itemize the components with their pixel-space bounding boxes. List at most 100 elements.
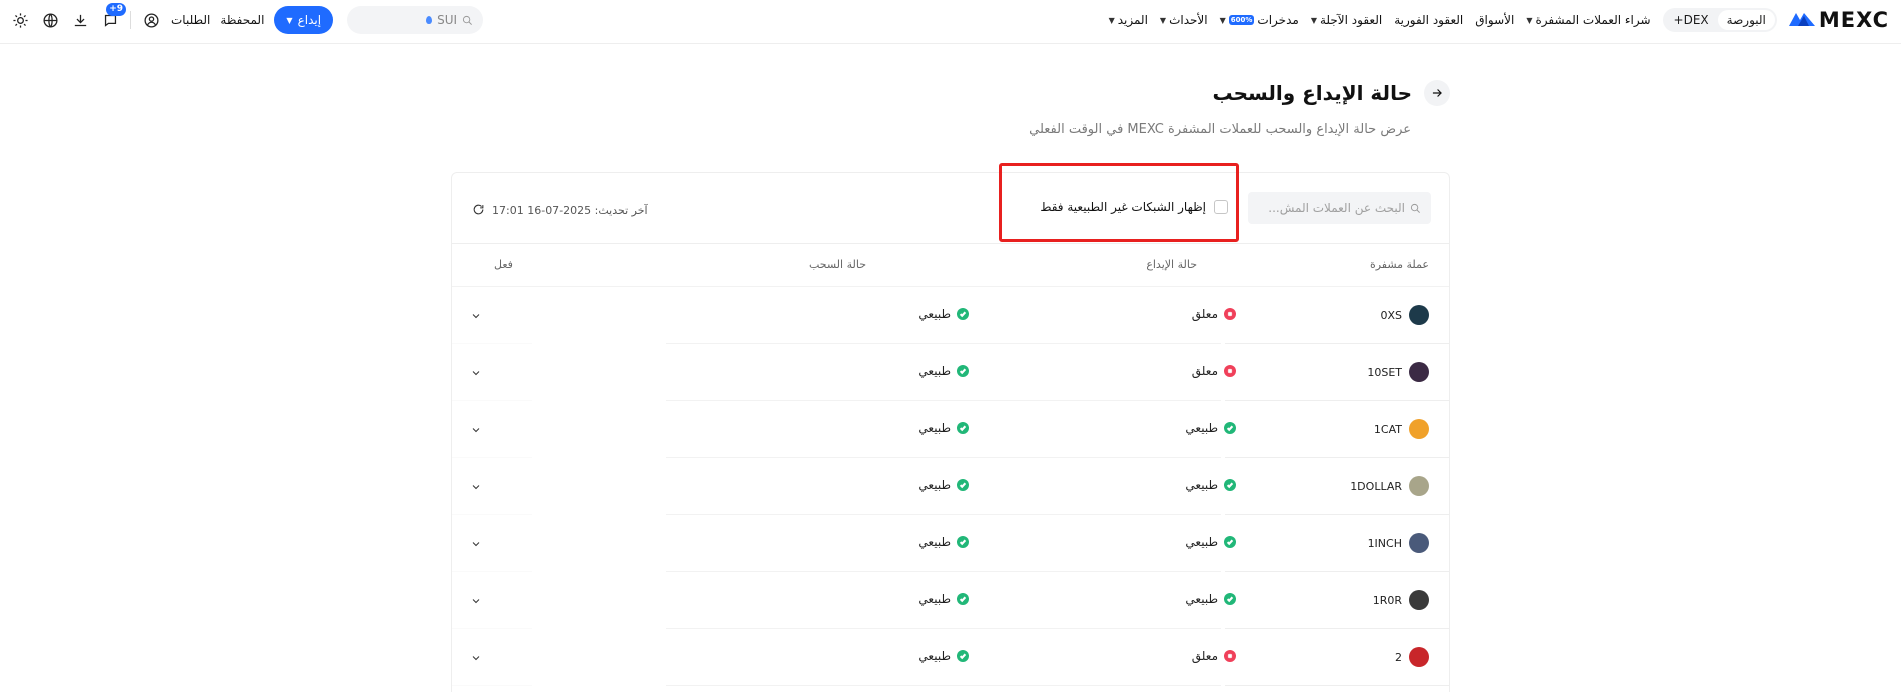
expand-chevron-down-icon[interactable] xyxy=(470,478,484,492)
nav-spot[interactable]: العقود الفورية xyxy=(1394,13,1463,27)
language-globe-icon[interactable] xyxy=(40,10,60,30)
table-toolbar: إظهار الشبكات غير الطبيعية فقط آخر تحديث… xyxy=(452,173,1449,243)
chevron-down-icon: ▼ xyxy=(1108,15,1115,25)
expand-chevron-down-icon[interactable] xyxy=(470,364,484,378)
deposit-status-icon xyxy=(1224,308,1236,320)
deposit-status: طبيعي xyxy=(1185,592,1236,606)
coin-cell: 10SET xyxy=(1367,362,1429,382)
brand-name: MEXC xyxy=(1818,8,1889,32)
header-action: فعل xyxy=(494,258,513,271)
nav-main-group: MEXC البورصة DEX+ شراء العملات المشفرة ▼… xyxy=(1109,0,1889,40)
abnormal-networks-filter[interactable]: إظهار الشبكات غير الطبيعية فقط xyxy=(1040,200,1228,214)
table-row[interactable]: 10SET معلق طبيعي xyxy=(452,344,1449,401)
exchange-dex-toggle[interactable]: البورصة DEX+ xyxy=(1662,8,1777,32)
withdraw-status: طبيعي xyxy=(918,478,969,492)
download-icon[interactable] xyxy=(70,10,90,30)
coin-logo-icon xyxy=(1409,419,1429,439)
refresh-icon[interactable] xyxy=(472,201,485,220)
expand-chevron-down-icon[interactable] xyxy=(470,421,484,435)
toggle-dex[interactable]: DEX+ xyxy=(1665,10,1718,30)
last-update-text: آخر تحديث: 2025-07-16 17:01 xyxy=(492,204,648,217)
coin-logo-icon xyxy=(1409,305,1429,325)
expand-chevron-down-icon[interactable] xyxy=(470,535,484,549)
table-row[interactable]: 0XS معلق طبيعي xyxy=(452,287,1449,344)
deposit-status: طبيعي xyxy=(1185,478,1236,492)
coin-name: 1CAT xyxy=(1373,422,1402,436)
coin-name: 2 xyxy=(1395,650,1402,664)
nav-divider xyxy=(130,11,131,29)
deposit-status-text: طبيعي xyxy=(1185,478,1218,492)
coin-cell: 1INCH xyxy=(1368,533,1429,553)
withdraw-status: طبيعي xyxy=(918,364,969,378)
nav-savings[interactable]: مدخرات 600% ▼ xyxy=(1220,13,1299,27)
coin-cell: 1DOLLAR xyxy=(1350,476,1429,496)
header-deposit-status: حالة الإيداع xyxy=(1146,258,1197,271)
withdraw-status-icon xyxy=(957,308,969,320)
table-row[interactable]: 1DOLLAR طبيعي طبيعي xyxy=(452,458,1449,515)
mexc-logo[interactable]: MEXC xyxy=(1788,8,1889,32)
search-icon xyxy=(1410,199,1421,218)
header-withdraw-status: حالة السحب xyxy=(808,258,866,271)
table-row[interactable]: 1R0R طبيعي طبيعي xyxy=(452,572,1449,629)
nav-events[interactable]: الأحداث ▼ xyxy=(1160,13,1208,27)
table-row[interactable]: 1INCH طبيعي طبيعي xyxy=(452,515,1449,572)
top-navigation: +9 الطلبات المحفظة إيداع ▼ SUI MEXC البو xyxy=(0,0,1901,44)
deposit-status-icon xyxy=(1224,422,1236,434)
coin-cell: 1CAT xyxy=(1374,419,1429,439)
notification-count-badge: +9 xyxy=(106,3,126,16)
coin-cell: 0XS xyxy=(1380,305,1429,325)
deposit-status-text: معلق xyxy=(1191,364,1218,378)
user-profile-icon[interactable] xyxy=(141,10,161,30)
global-search-input[interactable]: SUI xyxy=(347,6,484,34)
table-header: عملة مشفرة حالة الإيداع حالة السحب فعل xyxy=(452,243,1449,287)
withdraw-status-icon xyxy=(957,593,969,605)
nav-futures[interactable]: العقود الآجلة ▼ xyxy=(1311,13,1382,27)
nav-utility-group: +9 الطلبات المحفظة إيداع ▼ SUI xyxy=(10,0,484,40)
expand-chevron-down-icon[interactable] xyxy=(470,307,484,321)
wallet-link[interactable]: المحفظة xyxy=(220,13,264,27)
coin-logo-icon xyxy=(1409,590,1429,610)
chevron-down-icon: ▼ xyxy=(1526,15,1533,25)
search-value: SUI xyxy=(437,13,458,27)
expand-chevron-down-icon[interactable] xyxy=(470,649,484,663)
deposit-status-text: طبيعي xyxy=(1185,535,1218,549)
search-icon xyxy=(462,11,473,30)
deposit-button[interactable]: إيداع ▼ xyxy=(274,6,334,34)
coin-search-field[interactable] xyxy=(1248,192,1431,224)
notifications-icon[interactable]: +9 xyxy=(100,3,126,30)
coin-cell: 1R0R xyxy=(1373,590,1429,610)
table-row[interactable]: 1CAT طبيعي طبيعي xyxy=(452,401,1449,458)
chevron-down-icon: ▼ xyxy=(286,15,293,25)
last-update: آخر تحديث: 2025-07-16 17:01 xyxy=(472,201,648,220)
theme-toggle-sun-icon[interactable] xyxy=(10,10,30,30)
withdraw-status-text: طبيعي xyxy=(918,649,951,663)
coin-search-input[interactable] xyxy=(1265,201,1405,215)
chevron-down-icon: ▼ xyxy=(1159,15,1167,25)
withdraw-status-icon xyxy=(957,422,969,434)
row-divider xyxy=(1225,685,1449,686)
deposit-status-icon xyxy=(1224,536,1236,548)
withdraw-status-text: طبيعي xyxy=(918,592,951,606)
withdraw-status: طبيعي xyxy=(918,421,969,435)
mexc-mountain-icon xyxy=(1788,10,1815,30)
coin-name: 0XS xyxy=(1380,308,1402,322)
nav-buy-crypto[interactable]: شراء العملات المشفرة ▼ xyxy=(1526,13,1650,27)
expand-chevron-down-icon[interactable] xyxy=(470,592,484,606)
withdraw-status: طبيعي xyxy=(918,535,969,549)
deposit-status: معلق xyxy=(1192,649,1236,663)
deposit-status: معلق xyxy=(1192,364,1236,378)
table-row[interactable]: 2 معلق طبيعي xyxy=(452,629,1449,686)
deposit-status-icon xyxy=(1224,650,1236,662)
nav-more-label: المزيد xyxy=(1117,13,1148,27)
toggle-exchange[interactable]: البورصة xyxy=(1717,10,1775,30)
orders-link[interactable]: الطلبات xyxy=(171,13,210,27)
withdraw-status: طبيعي xyxy=(918,307,969,321)
coin-logo-icon xyxy=(1409,362,1429,382)
nav-more[interactable]: المزيد ▼ xyxy=(1109,13,1148,27)
back-arrow-icon[interactable] xyxy=(1424,80,1450,106)
header-coin: عملة مشفرة xyxy=(1369,258,1429,271)
nav-markets[interactable]: الأسواق xyxy=(1475,13,1514,27)
abnormal-only-checkbox[interactable] xyxy=(1214,200,1228,214)
nav-events-label: الأحداث xyxy=(1169,13,1208,27)
deposit-status: طبيعي xyxy=(1185,535,1236,549)
